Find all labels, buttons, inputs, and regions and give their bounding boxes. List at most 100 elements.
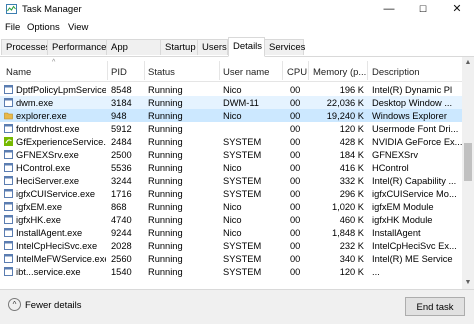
cell-cpu: 00	[290, 85, 301, 95]
cell-user: DWM-11	[223, 98, 259, 108]
cell-status: Running	[148, 254, 183, 264]
fewer-details-link[interactable]: Fewer details	[25, 300, 82, 311]
column-divider[interactable]	[282, 61, 283, 80]
cell-name: igfxHK.exe	[16, 215, 61, 225]
cell-cpu: 00	[290, 124, 301, 134]
tab-details[interactable]: Details	[228, 37, 265, 57]
app-icon	[4, 189, 13, 198]
table-row[interactable]: IntelCpHeciSvc.exe 2028 Running SYSTEM 00 232…	[0, 239, 462, 252]
end-task-button[interactable]: End task	[405, 297, 465, 316]
task-manager-icon	[6, 4, 17, 14]
tab-services[interactable]: Services	[264, 39, 305, 55]
column-header-memory[interactable]: Memory (p...	[313, 67, 366, 78]
details-table: ^ Name PID Status User name CPU Memory (…	[0, 57, 462, 289]
tab-performance[interactable]: Performance	[47, 39, 107, 55]
table-row[interactable]: HControl.exe 5536 Running Nico 00 416 K HContr…	[0, 161, 462, 174]
column-header-name[interactable]: Name	[6, 67, 31, 78]
maximize-button[interactable]: ☐	[406, 0, 440, 19]
cell-pid: 3244	[111, 176, 132, 186]
table-row[interactable]: GfExperienceService.... 2484 Running SYSTEM…	[0, 135, 462, 148]
cell-cpu: 00	[290, 111, 301, 121]
cell-cpu: 00	[290, 189, 301, 199]
column-divider[interactable]	[107, 61, 108, 80]
table-row[interactable]: HeciServer.exe 3244 Running SYSTEM 00 332 K In…	[0, 174, 462, 187]
cell-description: Windows Explorer	[372, 111, 447, 121]
close-button[interactable]: ✕	[440, 0, 474, 19]
app-icon	[4, 98, 13, 107]
cell-status: Running	[148, 163, 183, 173]
cell-description: HControl	[372, 163, 409, 173]
column-header-description[interactable]: Description	[372, 67, 420, 78]
tab-processes[interactable]: Processes	[1, 39, 50, 55]
cell-pid: 868	[111, 202, 127, 212]
tab-users[interactable]: Users	[197, 39, 228, 55]
app-icon	[4, 228, 13, 237]
table-row[interactable]: dwm.exe 3184 Running DWM-11 00 22,036 K Deskto…	[0, 96, 462, 109]
table-row[interactable]: DptfPolicyLpmService... 8548 Running Nico 00…	[0, 83, 462, 96]
folder-icon	[4, 112, 13, 120]
app-icon	[4, 215, 13, 224]
cell-name: HControl.exe	[16, 163, 71, 173]
cell-name: IntelCpHeciSvc.exe	[16, 241, 98, 251]
cell-status: Running	[148, 215, 183, 225]
cell-memory: 416 K	[339, 163, 364, 173]
table-row[interactable]: GFNEXSrv.exe 2500 Running SYSTEM 00 184 K GFNE…	[0, 148, 462, 161]
cell-cpu: 00	[290, 267, 301, 277]
vertical-scrollbar[interactable]: ▲ ▼	[462, 57, 474, 289]
cell-pid: 3184	[111, 98, 132, 108]
tab-app-history[interactable]: App history	[106, 39, 161, 69]
cell-pid: 4740	[111, 215, 132, 225]
column-header-user-name[interactable]: User name	[223, 67, 269, 78]
scroll-down-icon[interactable]: ▼	[462, 277, 474, 289]
tab-startup[interactable]: Startup	[160, 39, 198, 55]
cell-status: Running	[148, 124, 183, 134]
table-row[interactable]: InstallAgent.exe 9244 Running Nico 00 1,848 K…	[0, 226, 462, 239]
cell-name: ibt...service.exe	[16, 267, 81, 277]
table-row[interactable]: ibt...service.exe 1540 Running SYSTEM 00 120 …	[0, 265, 462, 278]
cell-memory: 296 K	[339, 189, 364, 199]
cell-user: Nico	[223, 228, 242, 238]
scrollbar-thumb[interactable]	[464, 143, 472, 181]
chevron-up-icon[interactable]: ^	[8, 298, 21, 311]
window-title: Task Manager	[22, 4, 82, 15]
column-divider[interactable]	[219, 61, 220, 80]
column-header-pid[interactable]: PID	[111, 67, 127, 78]
table-row[interactable]: IntelMeFWService.exe 2560 Running SYSTEM 00 3…	[0, 252, 462, 265]
table-row[interactable]: igfxHK.exe 4740 Running Nico 00 460 K igfxHK M…	[0, 213, 462, 226]
cell-description: GFNEXSrv	[372, 150, 418, 160]
cell-description: Intel(R) ME Service	[372, 254, 453, 264]
table-row[interactable]: explorer.exe 948 Running Nico 00 19,240 K Wind…	[0, 109, 462, 122]
cell-cpu: 00	[290, 202, 301, 212]
app-icon	[4, 176, 13, 185]
menu-options[interactable]: Options	[27, 22, 60, 33]
cell-cpu: 00	[290, 176, 301, 186]
cell-status: Running	[148, 98, 183, 108]
column-divider[interactable]	[308, 61, 309, 80]
cell-description: igfxHK Module	[372, 215, 433, 225]
menu-view[interactable]: View	[68, 22, 88, 33]
cell-name: InstallAgent.exe	[16, 228, 83, 238]
table-row[interactable]: fontdrvhost.exe 5912 Running 00 120 K Usermod…	[0, 122, 462, 135]
cell-user: Nico	[223, 111, 242, 121]
cell-user: SYSTEM	[223, 176, 262, 186]
cell-description: Usermode Font Dri...	[372, 124, 459, 134]
app-icon	[4, 241, 13, 250]
scroll-up-icon[interactable]: ▲	[462, 57, 474, 69]
app-icon	[4, 150, 13, 159]
cell-status: Running	[148, 85, 183, 95]
column-header-status[interactable]: Status	[148, 67, 175, 78]
cell-memory: 19,240 K	[326, 111, 364, 121]
column-divider[interactable]	[367, 61, 368, 80]
minimize-button[interactable]: —	[372, 0, 406, 19]
cell-name: igfxCUIService.exe	[16, 189, 96, 199]
menu-file[interactable]: File	[5, 22, 20, 33]
table-row[interactable]: igfxEM.exe 868 Running Nico 00 1,020 K igfxEM …	[0, 200, 462, 213]
app-icon	[4, 163, 13, 172]
cell-pid: 9244	[111, 228, 132, 238]
cell-cpu: 00	[290, 137, 301, 147]
app-icon	[4, 267, 13, 276]
column-header-cpu[interactable]: CPU	[287, 67, 307, 78]
cell-user: SYSTEM	[223, 254, 262, 264]
table-row[interactable]: igfxCUIService.exe 1716 Running SYSTEM 00 296…	[0, 187, 462, 200]
column-divider[interactable]	[144, 61, 145, 80]
